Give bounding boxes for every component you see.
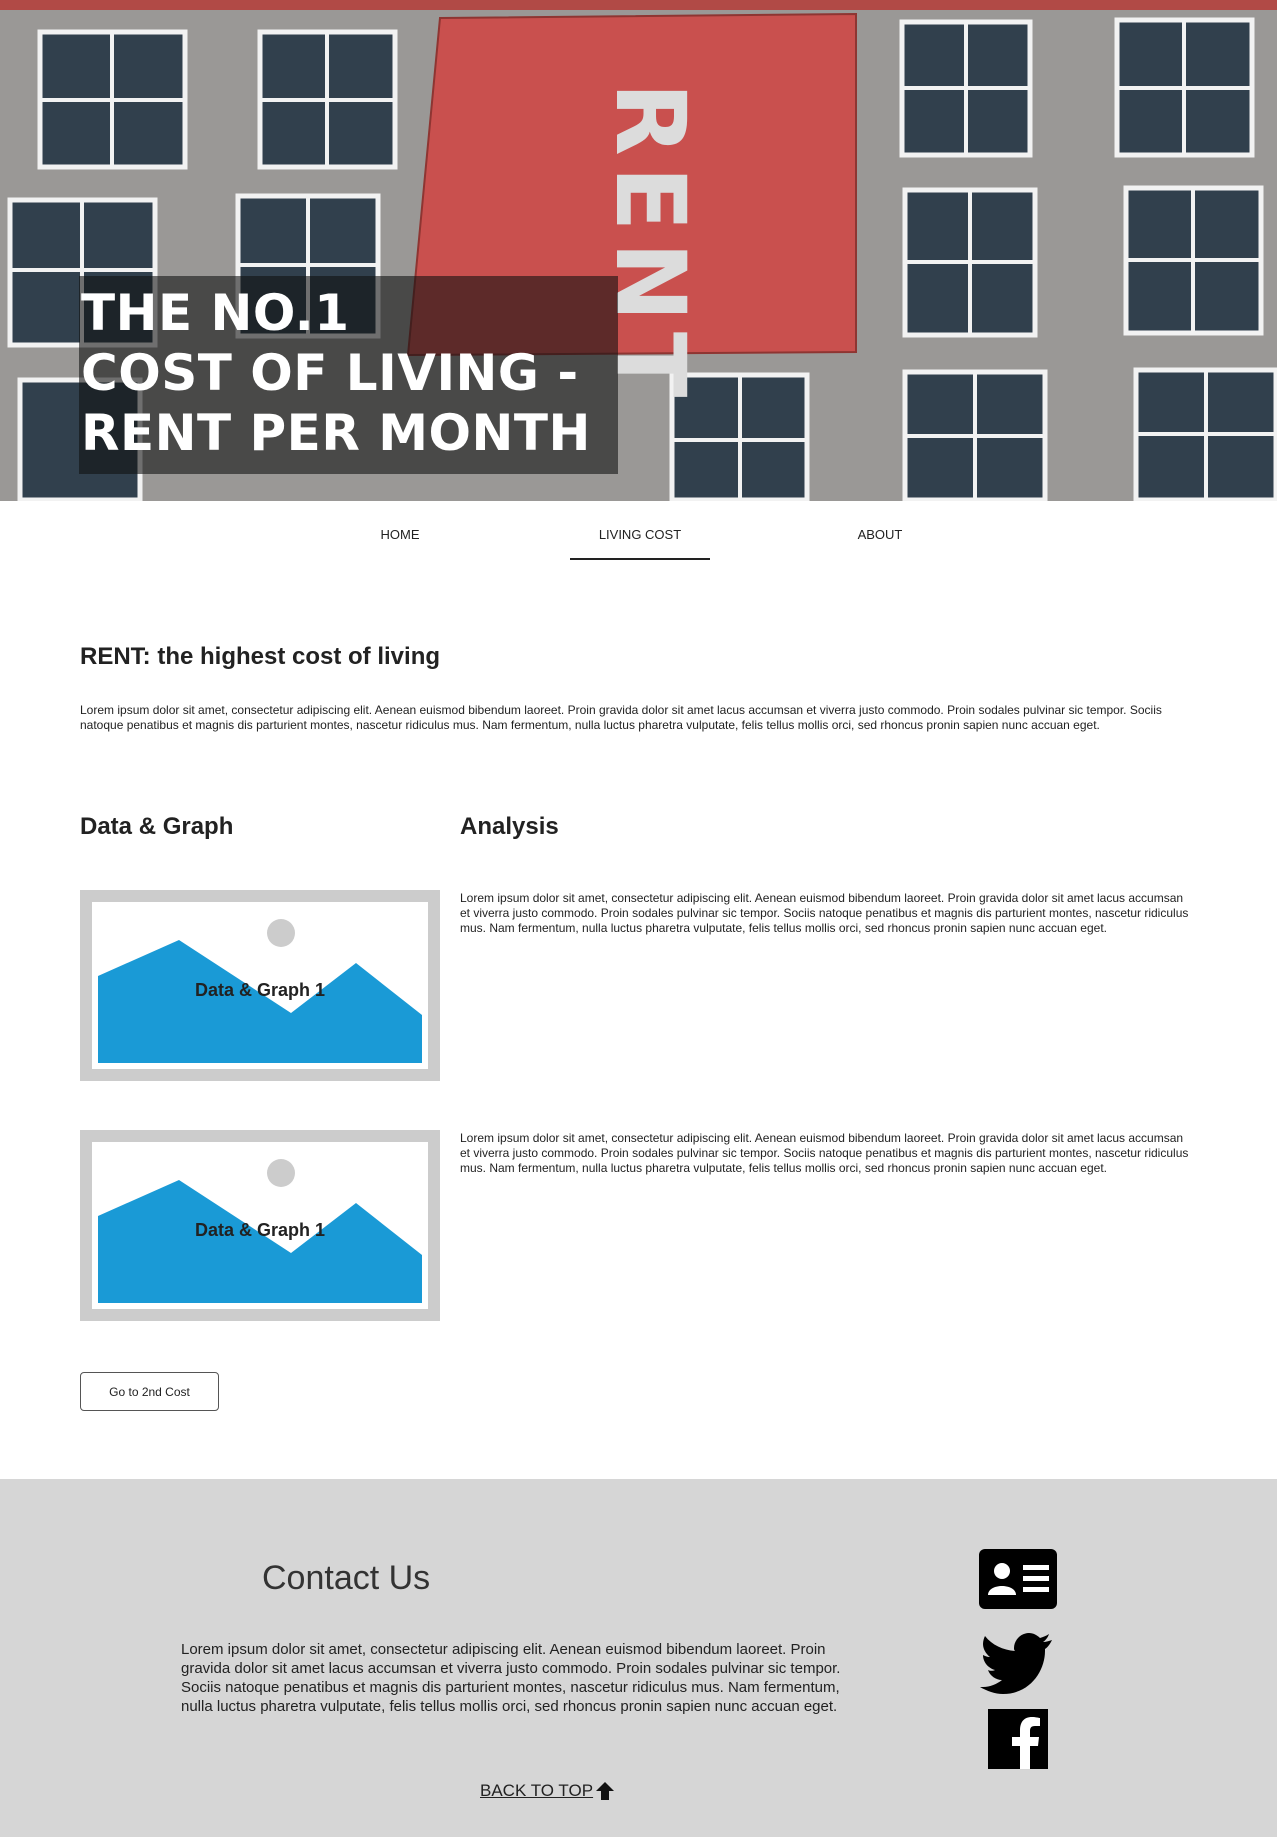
hero-banner-text: RENT <box>594 82 706 408</box>
facebook-icon[interactable] <box>988 1709 1048 1769</box>
hero-title-line: RENT PER MONTH <box>81 404 591 462</box>
analysis-text: Lorem ipsum dolor sit amet, consectetur … <box>460 1131 1189 1175</box>
graph-label: Data & Graph 1 <box>194 1220 326 1240</box>
back-to-top-link[interactable]: BACK TO TOP <box>480 1781 615 1801</box>
graph-label: Data & Graph 1 <box>194 980 326 1000</box>
intro-heading: RENT: the highest cost of living <box>80 643 441 670</box>
main-nav: HOME LIVING COST ABOUT <box>0 501 1277 561</box>
analysis-text: Lorem ipsum dolor sit amet, consectetur … <box>460 891 1189 935</box>
data-graph-heading: Data & Graph <box>80 813 234 840</box>
hero-title-line: COST OF LIVING - <box>81 344 579 402</box>
contact-text: Lorem ipsum dolor sit amet, consectetur … <box>181 1641 841 1715</box>
hero-title-line: THE NO.1 <box>81 284 350 342</box>
arrow-up-icon <box>596 1782 615 1800</box>
contact-card-icon[interactable] <box>979 1549 1057 1609</box>
nav-living-cost[interactable]: LIVING COST <box>570 527 710 542</box>
nav-home[interactable]: HOME <box>370 527 430 542</box>
intro-text: Lorem ipsum dolor sit amet, consectetur … <box>80 703 1162 732</box>
analysis-heading: Analysis <box>460 813 559 840</box>
footer: Contact Us Lorem ipsum dolor sit amet, c… <box>0 1479 1277 1837</box>
hero-banner: RENT THE NO.1 COST OF LIVING - RENT PER … <box>0 0 1277 501</box>
nav-about[interactable]: ABOUT <box>850 527 910 542</box>
graph-image-placeholder: Data & Graph 1 <box>80 1130 440 1321</box>
graph-image-placeholder: Data & Graph 1 <box>80 890 440 1081</box>
hero-title: THE NO.1 COST OF LIVING - RENT PER MONTH <box>81 283 591 463</box>
back-to-top-label: BACK TO TOP <box>480 1781 594 1800</box>
twitter-icon[interactable] <box>980 1633 1054 1695</box>
go-to-2nd-cost-button[interactable]: Go to 2nd Cost <box>80 1372 219 1411</box>
nav-active-indicator <box>570 558 710 560</box>
contact-title: Contact Us <box>262 1559 431 1597</box>
